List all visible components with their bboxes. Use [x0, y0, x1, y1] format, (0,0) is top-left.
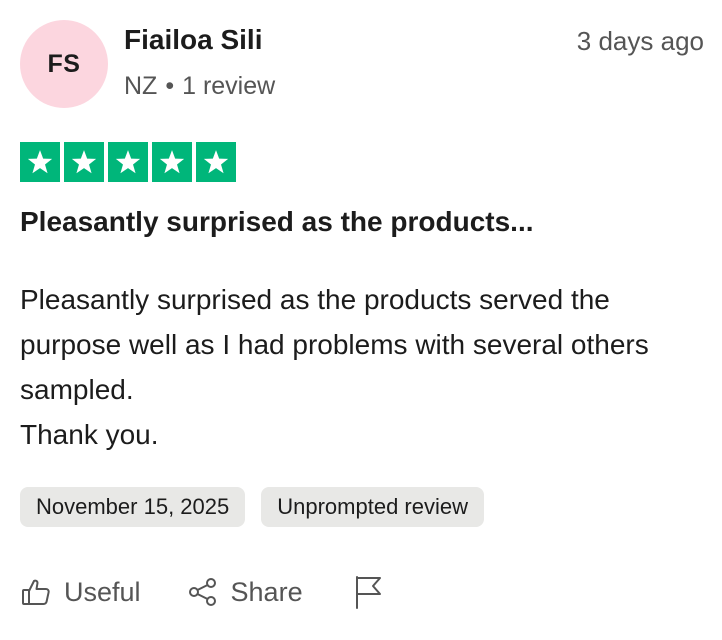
star-box — [64, 142, 104, 182]
experience-date-badge: November 15, 2025 — [20, 487, 246, 527]
star-icon — [203, 150, 229, 174]
share-label: Share — [230, 576, 303, 607]
review-body: Pleasantly surprised as the products ser… — [20, 277, 700, 457]
star-box — [196, 142, 236, 182]
avatar[interactable]: FS — [20, 20, 108, 108]
review-actions: Useful Share — [20, 574, 385, 610]
review-card: FS Fiailoa Sili NZ • 1 review 3 days ago… — [0, 0, 722, 640]
star-icon — [159, 150, 185, 174]
avatar-initials: FS — [47, 49, 81, 78]
flag-icon — [355, 576, 381, 609]
reviewer-meta: NZ • 1 review — [124, 72, 275, 101]
review-body-line: Thank you. — [20, 419, 159, 450]
thumbs-up-icon — [22, 579, 50, 605]
star-icon — [27, 150, 53, 174]
star-rating — [20, 142, 236, 182]
review-date-ago: 3 days ago — [576, 26, 704, 56]
review-tags: November 15, 2025 Unprompted review — [20, 487, 484, 527]
review-title[interactable]: Pleasantly surprised as the products... — [20, 206, 534, 238]
share-icon — [188, 578, 216, 606]
report-button[interactable] — [353, 574, 385, 610]
star-box — [20, 142, 60, 182]
star-icon — [115, 150, 141, 174]
reviewer-name[interactable]: Fiailoa Sili — [124, 24, 262, 56]
reviewer-review-count: 1 review — [182, 72, 276, 100]
reviewer-country: NZ — [124, 72, 158, 100]
share-button[interactable]: Share — [187, 576, 303, 608]
useful-button[interactable]: Useful — [20, 576, 141, 608]
useful-label: Useful — [64, 576, 141, 607]
unprompted-review-badge[interactable]: Unprompted review — [261, 487, 484, 527]
star-icon — [71, 150, 97, 174]
review-body-line: Pleasantly surprised as the products ser… — [20, 284, 649, 405]
star-box — [152, 142, 192, 182]
star-box — [108, 142, 148, 182]
meta-separator: • — [165, 72, 175, 100]
